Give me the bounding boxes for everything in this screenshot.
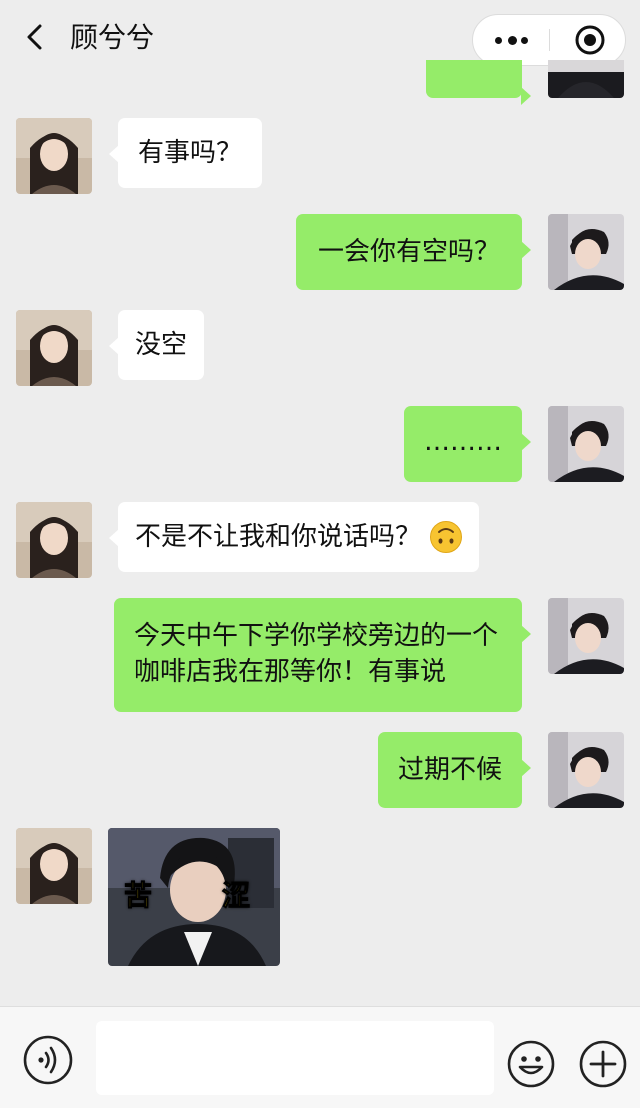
message-text: 有事吗？ — [138, 138, 243, 168]
upside-down-face-icon — [430, 521, 463, 553]
message-text: 过期不候 — [397, 755, 502, 785]
friend-avatar[interactable] — [16, 118, 92, 194]
friend-avatar[interactable] — [16, 310, 92, 386]
sticker-caption-left: 苦 — [123, 879, 153, 912]
message-input[interactable] — [96, 1021, 494, 1095]
chat-header: 顾兮兮 — [0, 0, 640, 78]
voice-button[interactable] — [22, 1034, 74, 1086]
message-bubble[interactable]: 有事吗？ — [108, 118, 263, 188]
plus-button[interactable] — [578, 1039, 628, 1089]
message-text: 一会你有空吗？ — [317, 237, 500, 267]
message-bubble[interactable]: 今天中午下学你学校旁边的一个 咖啡店我在那等你！有事说 — [113, 598, 532, 712]
self-avatar-partial[interactable] — [548, 60, 624, 98]
message-bubble[interactable]: 一会你有空吗？ — [295, 214, 532, 290]
friend-avatar[interactable] — [16, 828, 92, 904]
message-text: 不是不让我和你说话吗？ — [135, 522, 422, 552]
message-bubble[interactable]: 没空 — [108, 310, 205, 380]
emoji-smile-icon — [507, 1040, 555, 1088]
message-bubble[interactable]: 不是不让我和你说话吗？ — [108, 502, 480, 572]
message-bubble[interactable]: ……… — [404, 406, 531, 482]
message-bubble[interactable]: 过期不候 — [377, 732, 532, 808]
sticker-caption-right: 涩 — [221, 879, 251, 912]
record-target-icon — [575, 25, 605, 55]
message-text: 没空 — [135, 330, 188, 360]
input-bar — [0, 1006, 640, 1108]
chat-title: 顾兮兮 — [70, 21, 155, 54]
voice-icon — [23, 1035, 73, 1085]
self-avatar[interactable] — [548, 406, 624, 482]
chevron-left-icon — [27, 24, 42, 50]
message-bubble-partial[interactable] — [426, 60, 531, 105]
self-avatar[interactable] — [548, 598, 624, 674]
back-button[interactable] — [18, 20, 52, 54]
sticker-message[interactable]: 苦 涩 — [108, 828, 280, 966]
record-button[interactable] — [563, 15, 625, 65]
message-text-line: 今天中午下学你学校旁边的一个 — [133, 621, 498, 651]
message-text: ……… — [424, 427, 502, 457]
friend-avatar[interactable] — [16, 502, 92, 578]
mini-program-capsule — [472, 14, 626, 66]
self-avatar[interactable] — [548, 214, 624, 290]
message-text-line: 咖啡店我在那等你！有事说 — [133, 657, 446, 687]
self-avatar[interactable] — [548, 732, 624, 808]
capsule-divider — [549, 29, 550, 51]
more-button[interactable] — [473, 15, 549, 65]
emoji-button[interactable] — [506, 1039, 556, 1089]
plus-icon — [579, 1040, 627, 1088]
